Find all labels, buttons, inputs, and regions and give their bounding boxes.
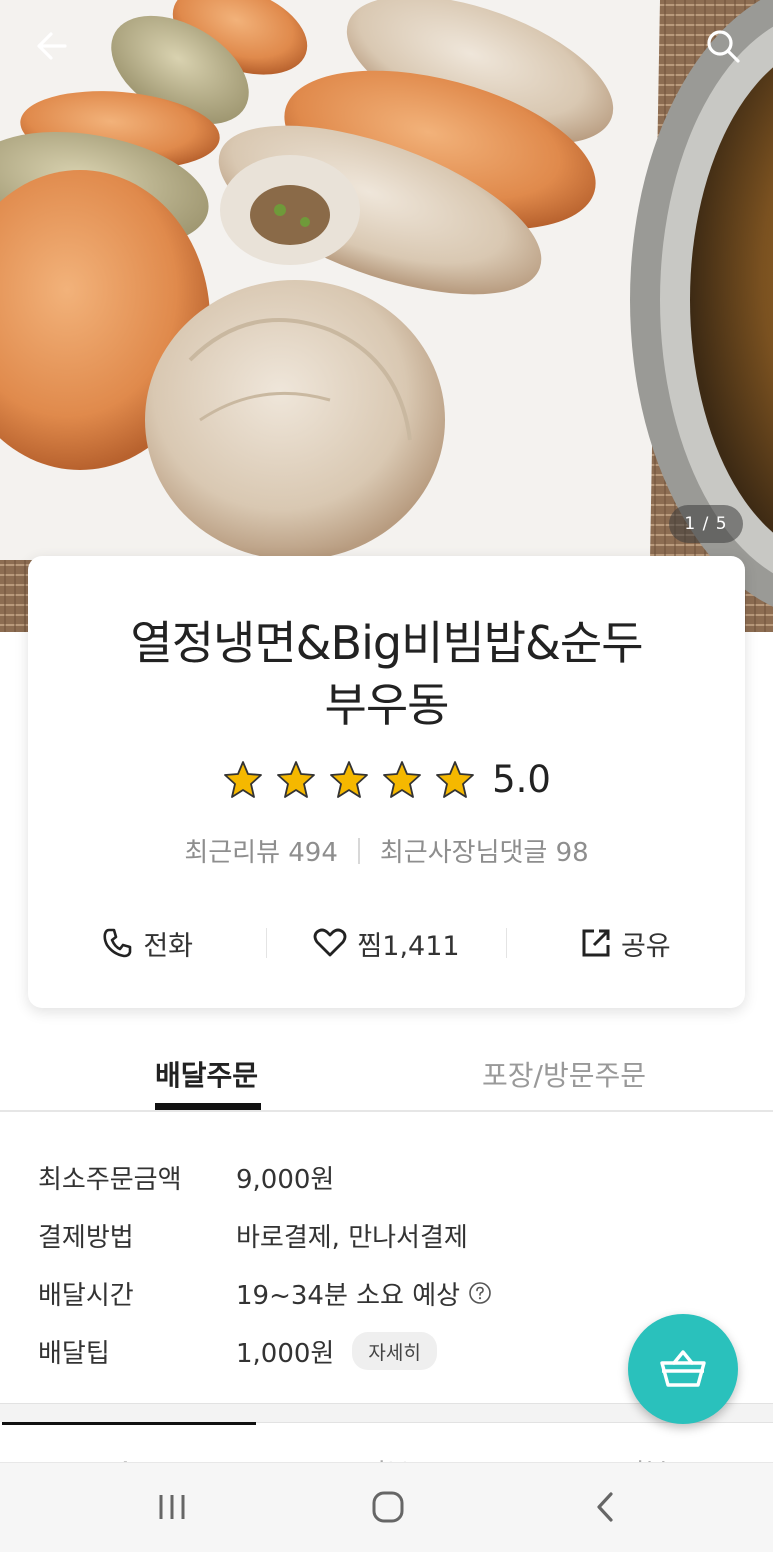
home-icon: [372, 1491, 404, 1523]
delivery-tip-label: 배달팁: [38, 1338, 110, 1369]
tab-pickup-order[interactable]: 포장/방문주문: [482, 1054, 646, 1094]
review-stats: 최근리뷰 494 최근사장님댓글 98: [0, 832, 773, 869]
tab-info[interactable]: 정보: [256, 1422, 516, 1462]
help-icon[interactable]: [468, 1281, 492, 1305]
delivery-time-label: 배달시간: [38, 1280, 134, 1311]
system-navigation-bar: [0, 1462, 773, 1552]
call-label: 전화: [143, 930, 193, 962]
image-page-counter: 1 / 5: [669, 505, 743, 543]
tab-reviews[interactable]: 리뷰: [516, 1422, 773, 1462]
hero-photo: [0, 0, 773, 632]
min-order-value: 9,000원: [236, 1164, 335, 1195]
delivery-tip-row: 배달팁 1,000원 자세히: [38, 1322, 492, 1380]
search-icon: [707, 30, 740, 63]
delivery-info: 최소주문금액 9,000원 결제방법 바로결제, 만나서결제 배달시간 19~3…: [38, 1148, 492, 1380]
delivery-time-row: 배달시간 19~34분 소요 예상: [38, 1264, 492, 1322]
payment-label: 결제방법: [38, 1222, 134, 1253]
recent-apps-icon: [159, 1495, 185, 1519]
like-count: 찜1,411: [357, 930, 460, 962]
cart-button[interactable]: [628, 1314, 738, 1424]
star-icon: [277, 760, 315, 798]
share-icon: [582, 929, 610, 957]
menu-tabs: 메뉴 정보 리뷰: [0, 1422, 773, 1462]
rating-value: 5.0: [492, 758, 551, 801]
store-name-line1: 열정냉면&Big비빔밥&순두: [130, 616, 643, 670]
delivery-time-value-wrap: 19~34분 소요 예상: [236, 1275, 492, 1312]
basket-icon: [660, 1350, 706, 1387]
share-button[interactable]: 공유: [507, 924, 745, 963]
star-icon: [330, 760, 368, 798]
heart-icon: [314, 928, 347, 957]
tab-delivery-order[interactable]: 배달주문: [155, 1054, 258, 1094]
phone-icon: [103, 928, 132, 958]
rating-row: 5.0: [0, 758, 773, 801]
like-button[interactable]: 찜1,411: [267, 924, 505, 963]
delivery-tip-value-wrap: 1,000원 자세히: [236, 1332, 437, 1370]
divider: [357, 837, 360, 864]
payment-value: 바로결제, 만나서결제: [236, 1222, 468, 1253]
payment-row: 결제방법 바로결제, 만나서결제: [38, 1206, 492, 1264]
tab-menu[interactable]: 메뉴: [2, 1422, 256, 1462]
active-tab-indicator: [155, 1103, 261, 1110]
star-icon: [383, 760, 421, 798]
hero-image: 1 / 5: [0, 0, 773, 632]
store-name: 열정냉면&Big비빔밥&순두 부우동: [28, 612, 745, 736]
min-order-label: 최소주문금액: [38, 1164, 182, 1195]
share-label: 공유: [620, 930, 671, 962]
back-button[interactable]: [24, 18, 80, 74]
store-actions: 전화 찜1,411 공유: [28, 920, 745, 966]
min-order-row: 최소주문금액 9,000원: [38, 1148, 492, 1206]
star-rating: [222, 759, 476, 801]
star-icon: [224, 760, 262, 798]
arrow-left-icon: [37, 32, 67, 60]
order-type-tabs: 배달주문 포장/방문주문: [0, 1040, 773, 1112]
call-button[interactable]: 전화: [28, 924, 266, 963]
delivery-time-value: 19~34분 소요 예상: [236, 1280, 461, 1311]
recent-reviews[interactable]: 최근리뷰 494: [184, 832, 338, 869]
delivery-tip-value: 1,000원: [236, 1338, 335, 1369]
home-button[interactable]: [358, 1487, 418, 1527]
search-button[interactable]: [695, 18, 751, 74]
store-name-line2: 부우동: [324, 678, 450, 732]
recent-owner-replies[interactable]: 최근사장님댓글 98: [380, 832, 589, 869]
back-system-button[interactable]: [575, 1487, 635, 1527]
delivery-tip-detail-button[interactable]: 자세히: [352, 1332, 437, 1370]
star-icon: [436, 760, 474, 798]
recent-apps-button[interactable]: [142, 1487, 202, 1527]
chevron-left-icon: [597, 1492, 613, 1522]
